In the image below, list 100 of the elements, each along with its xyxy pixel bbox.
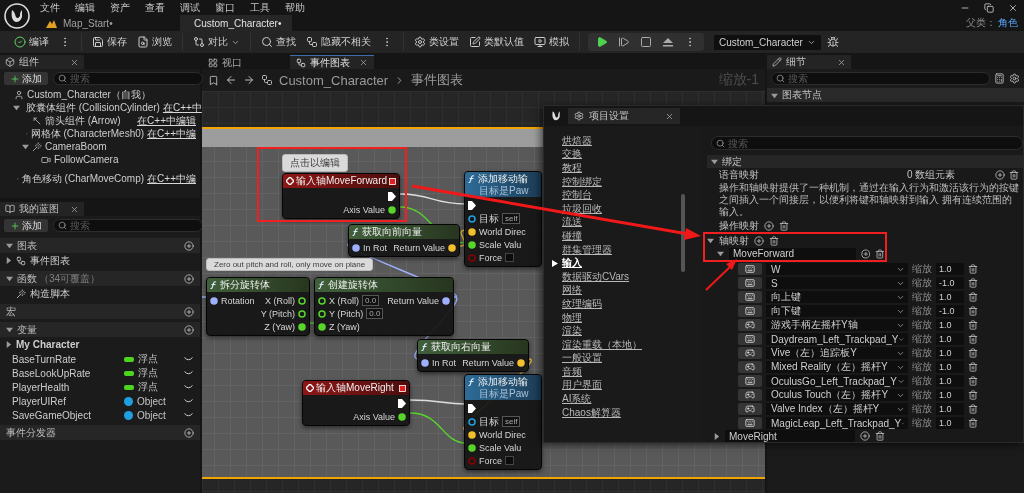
pin-icon[interactable] <box>442 296 450 305</box>
keyboard-button[interactable] <box>738 291 762 303</box>
edit-in-cpp-link[interactable]: 在C++中 <box>162 100 202 115</box>
scale-field[interactable]: 1.0 <box>936 389 964 401</box>
comment-bubble[interactable]: Zero out pitch and roll, only move on plane <box>206 258 374 271</box>
close-icon[interactable] <box>837 57 846 67</box>
expanded-arrow-icon[interactable] <box>711 158 718 165</box>
key-dropdown[interactable]: S <box>766 277 908 289</box>
component-name[interactable]: 网格体 (CharacterMesh0) <box>30 126 145 141</box>
collapsed-arrow-icon[interactable] <box>5 257 12 264</box>
add-icon[interactable] <box>860 248 871 259</box>
comment-bubble[interactable]: 点击以编辑 <box>282 154 348 172</box>
graph-node[interactable]: 添加移动输 目标是Paw 目标 self World Direc Scale Valu Force <box>464 171 542 267</box>
keyboard-button[interactable] <box>738 263 762 275</box>
edit-in-cpp-link[interactable]: 在C++中编 <box>147 126 196 141</box>
close-icon[interactable] <box>665 111 674 121</box>
variable-name[interactable]: PlayerHealth <box>12 381 124 393</box>
variable-type[interactable]: Object <box>137 395 166 407</box>
key-dropdown[interactable]: 向上键 <box>766 291 908 303</box>
axis-name-field[interactable]: MoveRight <box>725 430 855 442</box>
variable-name[interactable]: BaseTurnRate <box>12 353 124 365</box>
category-link[interactable]: 流送 <box>552 215 681 230</box>
pin-icon[interactable] <box>468 214 476 223</box>
delete-icon[interactable] <box>875 248 885 259</box>
collapsed-arrow-icon[interactable] <box>5 341 12 348</box>
expanded-arrow-icon[interactable] <box>6 275 13 282</box>
keyboard-button[interactable] <box>738 305 762 317</box>
category-link[interactable]: 音频 <box>552 365 681 379</box>
collapsed-arrow-icon[interactable] <box>713 432 720 440</box>
key-dropdown[interactable]: Valve Index（左）摇杆Y <box>766 403 908 415</box>
pin-icon[interactable] <box>468 240 476 249</box>
category-link[interactable]: 用户界面 <box>552 378 681 393</box>
checkbox[interactable] <box>505 456 514 465</box>
variable-name[interactable]: PlayerUIRef <box>12 395 124 407</box>
variable-type[interactable]: 浮点 <box>138 366 158 380</box>
save-button[interactable]: 保存 <box>88 33 131 51</box>
expanded-arrow-icon[interactable] <box>771 91 778 99</box>
scale-field[interactable]: 1.0 <box>936 291 964 303</box>
delete-icon[interactable] <box>968 348 978 358</box>
section-header[interactable]: 函数 （34可覆盖） <box>0 271 200 286</box>
graph-node[interactable]: 创建旋转体 X (Roll) 0.0 Return Value Y (Pitch) 0.0 Z (Yaw) <box>314 277 454 336</box>
component-name[interactable]: CameraBoom <box>45 141 107 152</box>
edit-in-cpp-link[interactable]: 在C++中编 <box>147 171 196 186</box>
category-link[interactable]: 烘焙器 <box>552 134 681 148</box>
delete-icon[interactable] <box>968 292 978 302</box>
settings-icon[interactable] <box>1009 73 1020 84</box>
component-name[interactable]: Custom_Character（自我） <box>27 87 151 102</box>
close-icon[interactable] <box>1008 3 1018 13</box>
scale-field[interactable]: 1.0 <box>936 263 964 275</box>
pin-icon[interactable] <box>298 309 306 318</box>
checkbox[interactable] <box>505 253 514 262</box>
pin-icon[interactable] <box>318 309 326 318</box>
category-link[interactable]: 输入 <box>552 256 681 270</box>
search-field[interactable]: 搜索 <box>711 136 1023 150</box>
class-defaults-button[interactable]: 类默认值 <box>465 33 528 51</box>
variable-type[interactable]: 浮点 <box>138 380 158 394</box>
compile-button[interactable]: 编译 <box>10 33 53 51</box>
expanded-arrow-icon[interactable] <box>707 237 714 244</box>
list-item[interactable]: 构造脚本 <box>30 286 70 301</box>
parent-class-link[interactable]: 角色 <box>998 16 1018 30</box>
delete-icon[interactable] <box>968 320 978 330</box>
simulate-button[interactable]: 模拟 <box>530 33 573 51</box>
axis-name-field[interactable]: MoveForward <box>729 247 856 260</box>
delete-icon[interactable] <box>968 278 978 288</box>
delegate-pin-icon[interactable] <box>399 384 406 392</box>
delete-icon[interactable] <box>968 404 978 414</box>
variable-name[interactable]: SaveGameObject <box>12 409 124 421</box>
search-field[interactable]: 搜索 <box>53 72 203 85</box>
category-link[interactable]: 渲染重载（本地） <box>552 337 681 352</box>
scale-field[interactable]: 1.0 <box>936 319 964 331</box>
pin-icon[interactable] <box>352 243 360 252</box>
exec-pin-icon[interactable] <box>468 201 476 210</box>
back-icon[interactable] <box>225 74 237 86</box>
key-dropdown[interactable]: OculusGo_Left_Trackpad_Y <box>766 375 908 387</box>
debug-object-dropdown[interactable]: Custom_Character <box>714 34 821 50</box>
delete-icon[interactable] <box>1009 170 1019 180</box>
delete-icon[interactable] <box>968 362 978 372</box>
expanded-arrow-icon[interactable] <box>13 104 20 111</box>
pin-icon[interactable] <box>298 322 306 331</box>
exec-pin-icon[interactable] <box>388 192 396 201</box>
search-field[interactable]: 搜索 <box>771 72 990 85</box>
pin-icon[interactable] <box>298 296 306 305</box>
default-value-field[interactable]: 0.0 <box>366 308 384 319</box>
keyboard-button[interactable] <box>738 333 762 345</box>
menu-item[interactable]: 查看 <box>145 0 165 15</box>
section-header[interactable]: 宏 <box>0 304 200 319</box>
keyboard-button[interactable] <box>738 375 762 387</box>
delete-icon[interactable] <box>968 390 978 400</box>
document-tab[interactable]: Map_Start• <box>38 15 150 31</box>
delete-icon[interactable] <box>968 306 978 316</box>
component-name[interactable]: 胶囊体组件 (CollisionCylinder) <box>26 100 160 115</box>
section-header[interactable]: 图表 <box>0 238 200 253</box>
category-link[interactable]: 网络 <box>552 283 681 298</box>
panel-tab[interactable]: 我的蓝图 <box>0 202 84 216</box>
category-link[interactable]: Chaos解算器 <box>552 405 681 420</box>
scale-field[interactable]: 1.0 <box>936 403 964 415</box>
forward-icon[interactable] <box>243 74 255 86</box>
default-value-field[interactable]: 0.0 <box>362 295 380 306</box>
add-icon[interactable] <box>184 273 194 284</box>
section-header[interactable]: 变量 <box>0 322 200 337</box>
